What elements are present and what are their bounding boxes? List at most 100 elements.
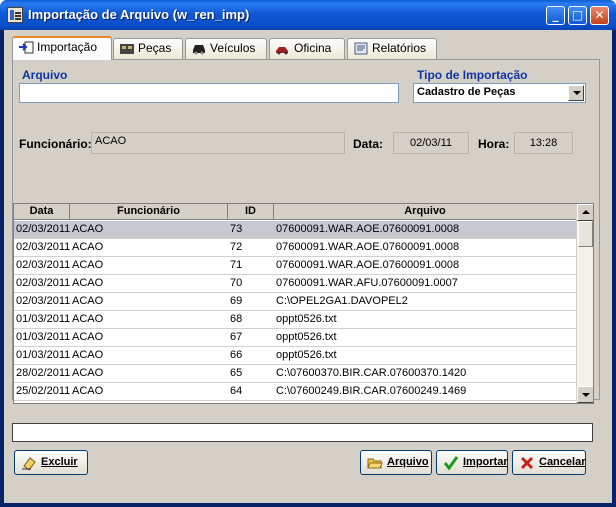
funcionario-label: Funcionário: — [19, 137, 92, 151]
window-client: Importação Peças Veículos Oficina Relató… — [4, 30, 612, 503]
tab-veiculos[interactable]: Veículos — [185, 38, 267, 59]
table-row[interactable]: 02/03/2011 ACAO 71 07600091.WAR.AOE.0760009… — [14, 257, 577, 275]
cell-arquivo: 07600091.WAR.AOE.07600091.0008 — [276, 259, 460, 271]
importar-label: Importar — [463, 456, 508, 468]
scroll-up-button[interactable] — [577, 204, 593, 221]
maximize-icon: □ — [571, 8, 584, 22]
cell-data: 01/03/2011 — [16, 349, 70, 361]
app-icon — [7, 7, 23, 23]
cell-data: 02/03/2011 — [16, 277, 70, 289]
import-icon — [19, 41, 34, 54]
cancelar-label: Cancelar — [539, 456, 586, 468]
scroll-thumb[interactable] — [578, 221, 593, 247]
table-row[interactable]: 01/03/2011 ACAO 67 oppt0526.txt — [14, 329, 577, 347]
cell-funcionario: ACAO — [72, 295, 104, 307]
minimize-icon: _ — [552, 8, 559, 22]
cell-funcionario: ACAO — [72, 277, 104, 289]
cell-funcionario: ACAO — [72, 313, 104, 325]
cell-id: 70 — [230, 277, 243, 289]
chevron-down-icon[interactable] — [568, 85, 584, 101]
cell-id: 71 — [230, 259, 243, 271]
scroll-down-button[interactable] — [577, 386, 593, 403]
cell-arquivo: 07600091.WAR.AFU.07600091.0007 — [276, 277, 458, 289]
cell-funcionario: ACAO — [72, 259, 104, 271]
importar-button[interactable]: Importar — [436, 450, 508, 475]
arquivo-label: Arquivo — [22, 68, 68, 82]
table-scrollbar[interactable] — [576, 204, 593, 403]
cell-id: 69 — [230, 295, 243, 307]
title-bar[interactable]: Importação de Arquivo (w_ren_imp) _ □ ✕ — [0, 0, 616, 30]
table-row[interactable]: 02/03/2011 ACAO 69 C:\OPEL2GA1.DAVOPEL2 — [14, 293, 577, 311]
cell-funcionario: ACAO — [72, 367, 104, 379]
cell-data: 01/03/2011 — [16, 313, 70, 325]
cell-funcionario: ACAO — [72, 385, 104, 397]
tab-pecas[interactable]: Peças — [113, 38, 183, 59]
column-header-funcionario[interactable]: Funcionário — [70, 204, 228, 220]
cell-arquivo: C:\OPEL2GA1.DAVOPEL2 — [276, 295, 408, 307]
table-row[interactable]: 02/03/2011 ACAO 72 07600091.WAR.AOE.0760009… — [14, 239, 577, 257]
table-row[interactable]: 02/03/2011 ACAO 70 07600091.WAR.AFU.0760009… — [14, 275, 577, 293]
close-icon: ✕ — [594, 8, 605, 22]
parts-icon — [120, 44, 134, 54]
cell-id: 64 — [230, 385, 243, 397]
cell-id: 72 — [230, 241, 243, 253]
checkmark-icon — [443, 456, 459, 471]
arquivo-input[interactable] — [19, 83, 399, 103]
table-row[interactable]: 01/03/2011 ACAO 68 oppt0526.txt — [14, 311, 577, 329]
table-header: Data Funcionário ID Arquivo — [14, 204, 577, 220]
cancelar-button[interactable]: Cancelar — [512, 450, 586, 475]
table-row[interactable]: 01/03/2011 ACAO 66 oppt0526.txt — [14, 347, 577, 365]
tipo-importacao-value: Cadastro de Peças — [415, 85, 567, 101]
tab-label: Oficina — [294, 41, 332, 55]
cell-id: 73 — [230, 223, 243, 235]
tipo-importacao-label: Tipo de Importação — [417, 68, 528, 82]
cell-id: 68 — [230, 313, 243, 325]
eraser-icon — [22, 457, 36, 471]
tab-importacao[interactable]: Importação — [12, 36, 112, 60]
tab-label: Veículos — [210, 41, 256, 55]
table-row[interactable]: 28/02/2011 ACAO 65 C:\07600370.BIR.CAR.0760… — [14, 365, 577, 383]
arquivo-button[interactable]: Arquivo — [360, 450, 432, 475]
cell-funcionario: ACAO — [72, 349, 104, 361]
tab-relatorios[interactable]: Relatórios — [347, 38, 437, 59]
cell-arquivo: oppt0526.txt — [276, 349, 337, 361]
funcionario-field: ACAO — [91, 132, 345, 154]
cell-data: 02/03/2011 — [16, 241, 70, 253]
car-icon — [193, 45, 205, 55]
cell-arquivo: oppt0526.txt — [276, 331, 337, 343]
column-header-data[interactable]: Data — [14, 204, 70, 220]
cell-id: 67 — [230, 331, 243, 343]
column-header-id[interactable]: ID — [228, 204, 274, 220]
cell-arquivo: 07600091.WAR.AOE.07600091.0008 — [276, 241, 460, 253]
excluir-button[interactable]: Excluir — [14, 450, 88, 475]
tab-oficina[interactable]: Oficina — [269, 38, 345, 59]
cell-data: 28/02/2011 — [16, 367, 70, 379]
import-history-table: Data Funcionário ID Arquivo 02/03/2011 AC… — [13, 203, 594, 404]
cell-data: 01/03/2011 — [16, 331, 70, 343]
cell-data: 02/03/2011 — [16, 259, 70, 271]
tab-label: Relatórios — [372, 41, 427, 55]
red-x-icon — [520, 456, 534, 470]
status-field — [12, 423, 593, 442]
cell-arquivo: oppt0526.txt — [276, 313, 337, 325]
cell-funcionario: ACAO — [72, 331, 104, 343]
data-label: Data: — [353, 137, 384, 151]
cell-data: 02/03/2011 — [16, 295, 70, 307]
cell-funcionario: ACAO — [72, 223, 104, 235]
table-row[interactable]: 25/02/2011 ACAO 64 C:\07600249.BIR.CAR.0760… — [14, 383, 577, 401]
app-window: Importação de Arquivo (w_ren_imp) _ □ ✕ … — [0, 0, 616, 507]
tipo-importacao-select[interactable]: Cadastro de Peças — [413, 83, 586, 103]
column-header-arquivo[interactable]: Arquivo — [274, 204, 577, 220]
workshop-icon — [276, 47, 288, 55]
close-button[interactable]: ✕ — [590, 6, 609, 25]
hora-label: Hora: — [478, 137, 510, 151]
window-title: Importação de Arquivo (w_ren_imp) — [28, 7, 250, 22]
cell-arquivo: 07600091.WAR.AOE.07600091.0008 — [276, 223, 460, 235]
maximize-button[interactable]: □ — [568, 6, 587, 25]
table-row[interactable]: 02/03/2011 ACAO 73 07600091.WAR.AOE.0760009… — [14, 221, 577, 239]
hora-field: 13:28 — [514, 132, 573, 154]
tab-label: Importação — [37, 40, 98, 54]
cell-data: 25/02/2011 — [16, 385, 70, 397]
minimize-button[interactable]: _ — [546, 6, 565, 25]
cell-id: 65 — [230, 367, 243, 379]
